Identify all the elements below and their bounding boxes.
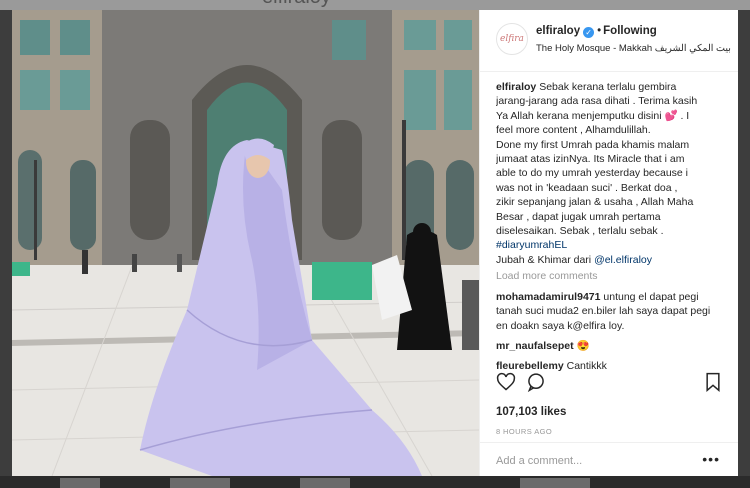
add-comment-input[interactable]: Add a comment... (496, 455, 582, 467)
caption-line: Done my first Umrah pada khamis malam (496, 138, 690, 151)
post-sidebar: elfira elfiraloy ✓ • Following The Holy Mos… (479, 10, 738, 476)
caption-line: diselesaikan. Sebak , terlalu sebak . (496, 225, 664, 238)
profile-backdrop-header: elfiraloy (0, 0, 750, 10)
caption-line: jumaat atas izinNya. Its Miracle that i … (496, 153, 685, 166)
likes-count[interactable]: 107,103 likes (496, 406, 566, 418)
add-comment-bar: Add a comment... ••• (480, 442, 738, 476)
caption-line: was not in 'keadaan suci' . Berkat doa , (496, 181, 678, 194)
caption-line: Sebak kerana terlalu gembira (539, 81, 677, 93)
post-location[interactable]: The Holy Mosque - Makkah بيت المكي الشري… (536, 43, 731, 54)
comments-section: elfiraloy Sebak kerana terlalu gembira j… (496, 80, 724, 372)
caption-line: Ya Allah kerana menjemputku disini 💕 . I (496, 109, 690, 122)
post-username[interactable]: elfiraloy (536, 25, 580, 37)
profile-grid-backdrop (0, 476, 750, 488)
following-button[interactable]: Following (603, 25, 657, 37)
post-actions (496, 372, 724, 398)
caption-line: able to do my umrah yesterday because i (496, 167, 689, 180)
post-header: elfira elfiraloy ✓ • Following The Holy Mos… (480, 10, 738, 72)
comment-item: mohamadamirul9471 untung el dapat pegi t… (496, 290, 724, 333)
mention-link[interactable]: @el.elfiraloy (594, 254, 652, 266)
caption: elfiraloy Sebak kerana terlalu gembira j… (496, 80, 724, 267)
verified-badge-icon: ✓ (583, 27, 595, 38)
more-options-icon[interactable]: ••• (702, 451, 720, 467)
load-more-comments-link[interactable]: Load more comments (496, 269, 724, 283)
comment-item: fleurebellemy Cantikkk (496, 359, 724, 372)
profile-backdrop-title: elfiraloy (262, 0, 331, 9)
comment-text: Cantikkk (566, 360, 607, 372)
caption-line: Besar , dapat jugak umrah pertama (496, 210, 661, 223)
comment-username[interactable]: fleurebellemy (496, 360, 564, 372)
hashtag-link[interactable]: #diaryumrahEL (496, 239, 567, 251)
post-header-line: elfiraloy ✓ • Following (536, 25, 657, 38)
comment-item: mr_naufalsepet 😍 (496, 339, 724, 353)
bookmark-icon[interactable] (704, 372, 722, 397)
credit-text: Jubah & Khimar dari (496, 253, 592, 266)
comment-username[interactable]: mr_naufalsepet (496, 340, 574, 352)
caption-username[interactable]: elfiraloy (496, 81, 536, 93)
post-timestamp: 8 HOURS AGO (496, 427, 553, 436)
heart-icon[interactable] (496, 372, 516, 397)
post-modal: elfira elfiraloy ✓ • Following The Holy Mos… (12, 10, 738, 476)
avatar[interactable]: elfira (496, 23, 528, 55)
post-photo[interactable] (12, 10, 479, 476)
comment-username[interactable]: mohamadamirul9471 (496, 291, 600, 303)
caption-line: jarang-jarang ada rasa dihati . Terima k… (496, 95, 698, 108)
separator-dot: • (597, 25, 602, 37)
caption-line: feel more content , Alhamdulillah. (496, 124, 651, 137)
caption-line: zikir sepanjang jalan & usaha , Allah Ma… (496, 196, 694, 209)
comment-icon[interactable] (526, 372, 546, 397)
comment-text: 😍 (576, 339, 590, 352)
